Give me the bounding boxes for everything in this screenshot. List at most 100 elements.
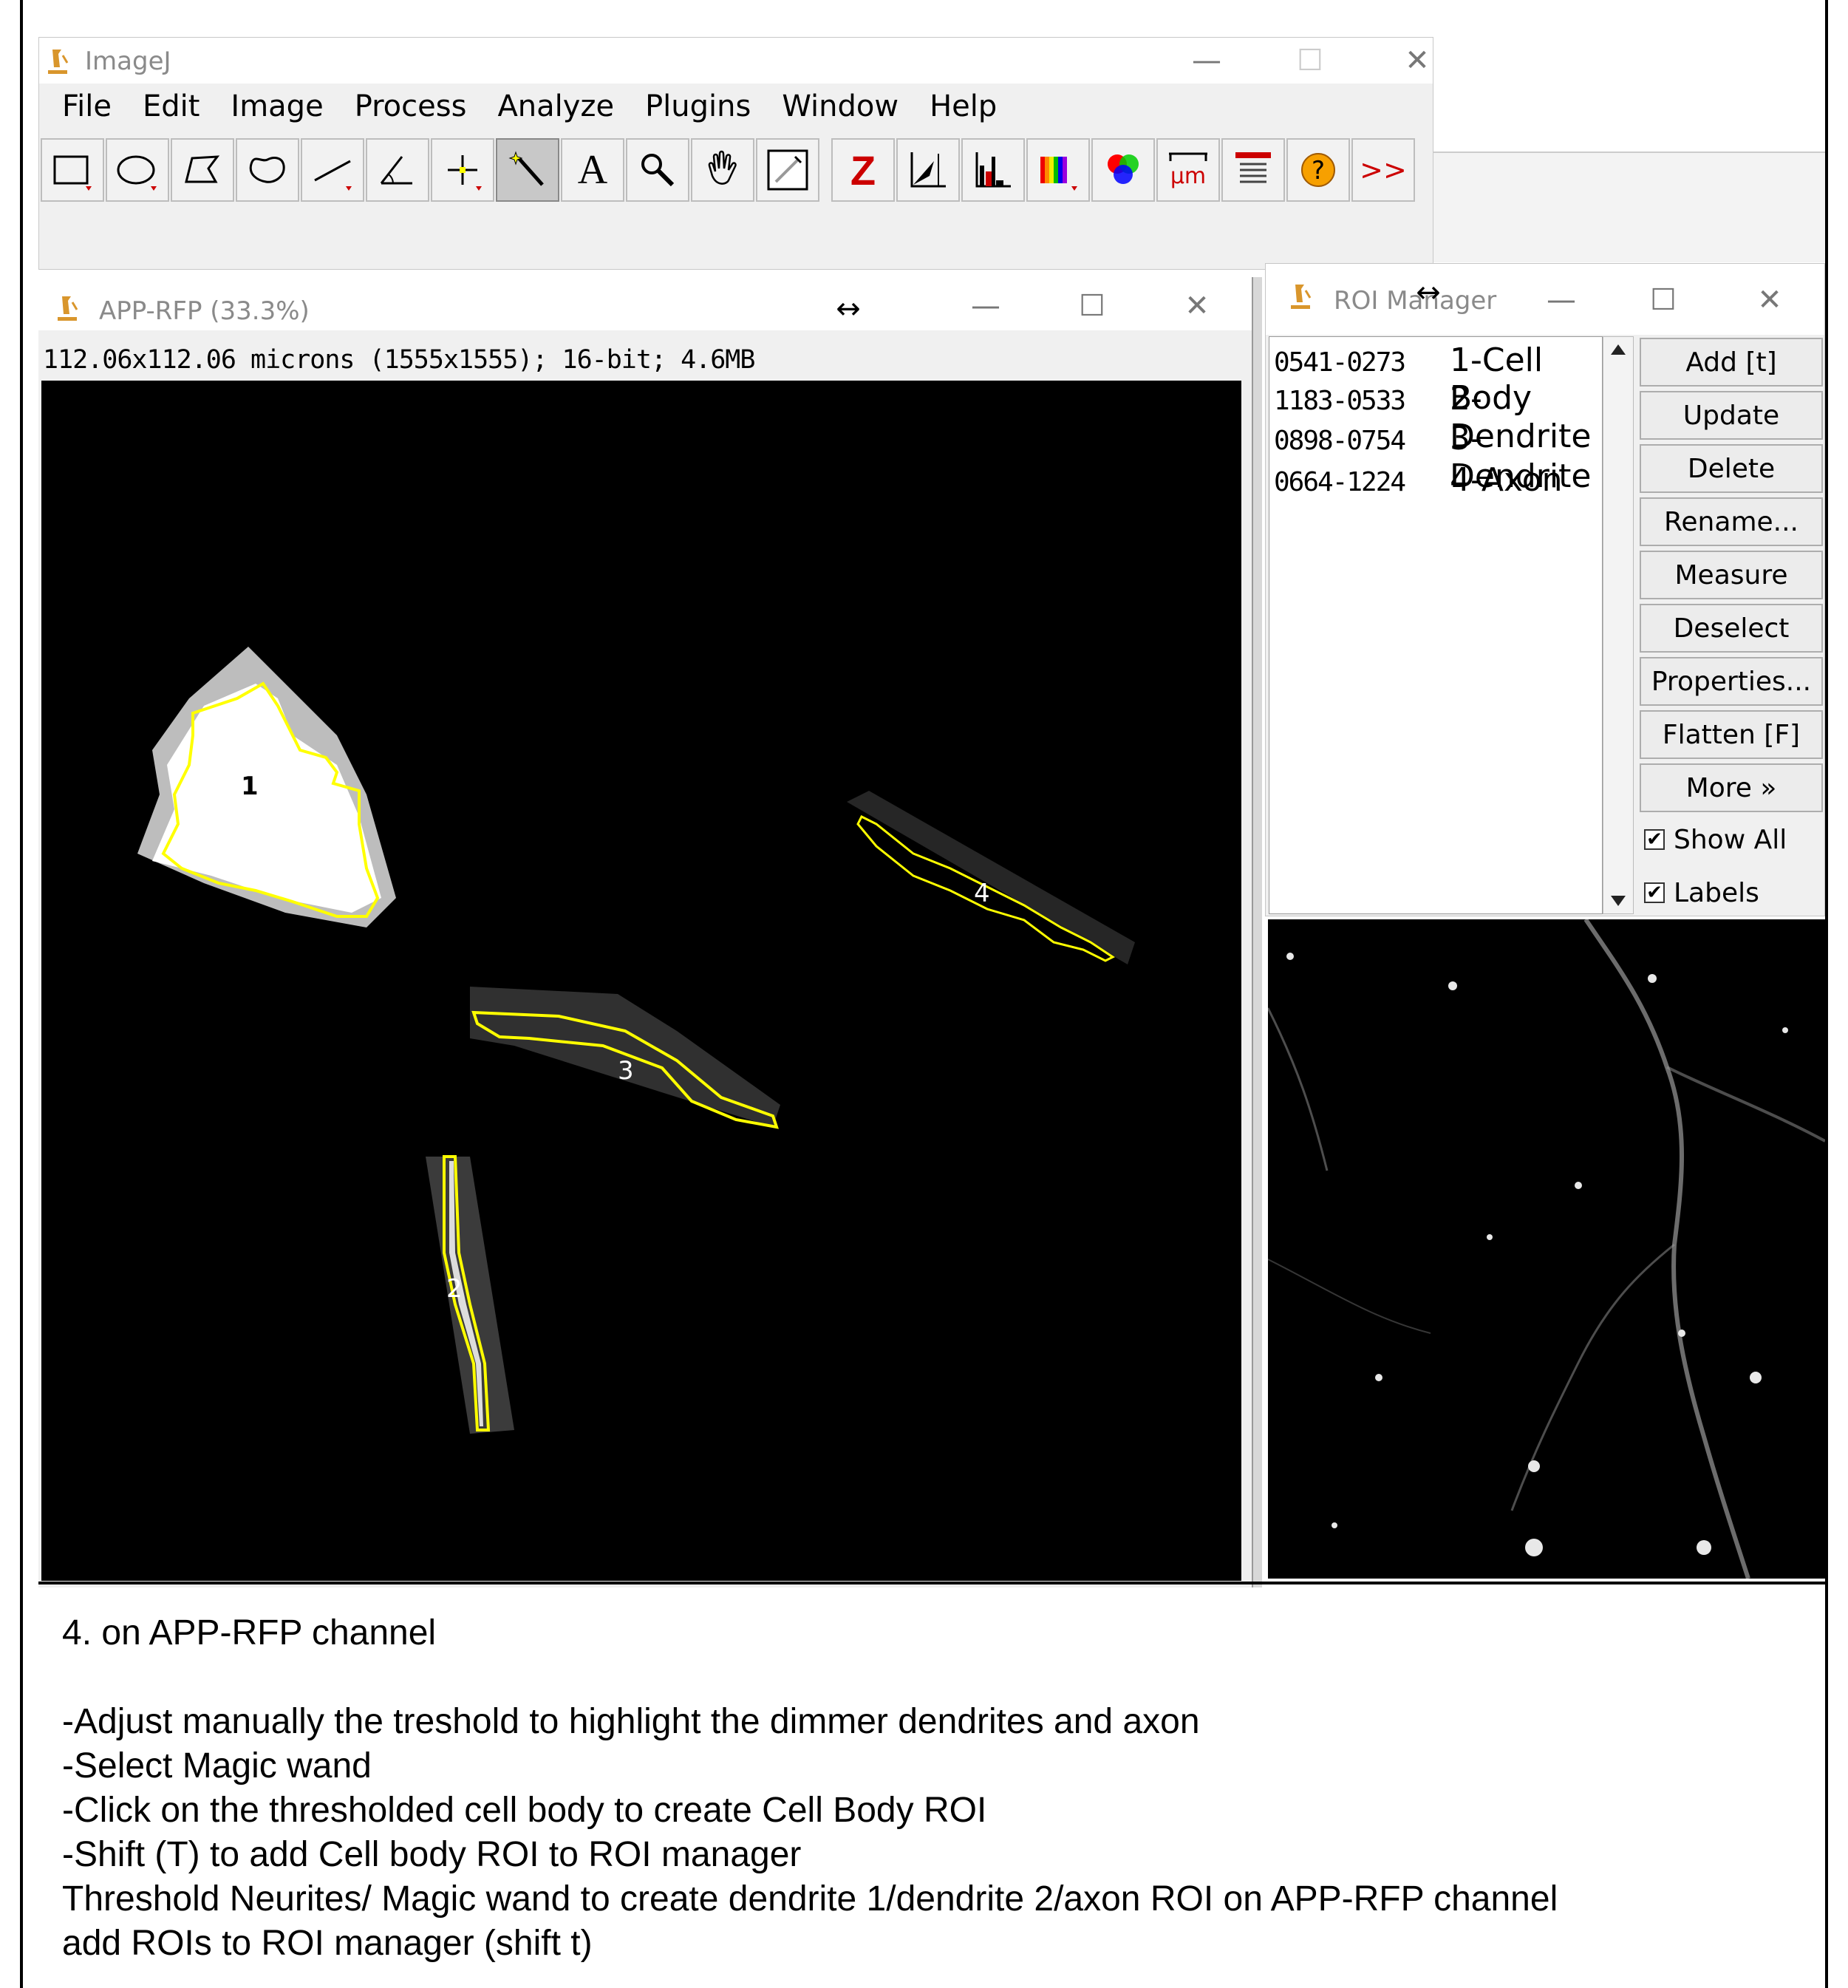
show-all-checkbox[interactable]: ✔ Show All	[1644, 821, 1787, 858]
roi-4-region	[847, 791, 1135, 964]
menu-bar: File Edit Image Process Analyze Plugins …	[39, 88, 1433, 125]
roi-list[interactable]: 0541-0273 1-Cell Body 1183-0533 2-Dendri…	[1269, 336, 1603, 914]
neurite-trace	[1268, 1259, 1431, 1334]
background-panel	[1433, 152, 1825, 262]
update-button[interactable]: Update	[1640, 391, 1823, 440]
close-button[interactable]: ✕	[1725, 277, 1814, 323]
measure-button[interactable]: Measure	[1640, 551, 1823, 599]
menu-analyze[interactable]: Analyze	[482, 88, 630, 125]
rectangle-tool-icon[interactable]	[41, 138, 104, 202]
puncta	[1487, 1234, 1493, 1240]
oval-tool-icon[interactable]	[106, 138, 169, 202]
magic-wand-tool-icon[interactable]	[496, 138, 559, 202]
z-glyph: Z	[850, 146, 876, 194]
lut-icon[interactable]	[1026, 138, 1090, 202]
roi-label-2: 2	[446, 1274, 463, 1304]
scroll-down-icon[interactable]	[1609, 894, 1627, 908]
menu-help[interactable]: Help	[914, 88, 1012, 125]
resize-arrow-icon: ↔	[836, 292, 861, 326]
puncta	[1448, 981, 1457, 990]
puncta	[1750, 1372, 1762, 1383]
color-picker-tool-icon[interactable]	[756, 138, 819, 202]
roi-name: 4-Axon	[1450, 461, 1563, 499]
toolbar: A Z µm ? >>	[39, 138, 1433, 206]
maximize-button[interactable]: ☐	[1048, 283, 1136, 329]
instruction-heading: 4. on APP-RFP channel	[62, 1613, 437, 1652]
instruction-line: add ROIs to ROI manager (shift t)	[62, 1924, 593, 1963]
help-glyph: ?	[1312, 156, 1325, 185]
zoom-tool-icon[interactable]	[626, 138, 689, 202]
point-tool-icon[interactable]	[431, 138, 494, 202]
more-tools-glyph: >>	[1360, 154, 1407, 186]
puncta	[1648, 974, 1657, 983]
puncta	[1782, 1027, 1788, 1033]
roi-label-1: 1	[241, 772, 259, 801]
neurite-trace	[1268, 1007, 1329, 1171]
roi-code: 0898-0754	[1274, 426, 1406, 456]
line-tool-icon[interactable]	[301, 138, 364, 202]
close-button[interactable]: ✕	[1153, 283, 1241, 329]
roi-list-item[interactable]: 0898-0754 3-Dendrite	[1269, 420, 1602, 495]
scroll-up-icon[interactable]	[1609, 343, 1627, 356]
more-tools-icon[interactable]: >>	[1351, 138, 1415, 202]
menu-process[interactable]: Process	[339, 88, 483, 125]
angle-tool-icon[interactable]	[366, 138, 429, 202]
checkmark-icon: ✔	[1644, 882, 1665, 903]
help-icon[interactable]: ?	[1286, 138, 1350, 202]
add-roi-button[interactable]: Add [t]	[1640, 338, 1823, 387]
menu-plugins[interactable]: Plugins	[630, 88, 766, 125]
more-button[interactable]: More »	[1640, 763, 1823, 812]
show-all-label: Show All	[1674, 824, 1787, 855]
menu-image[interactable]: Image	[215, 88, 338, 125]
image-titlebar[interactable]: APP-RFP (33.3%) ↔ — ☐ ✕	[38, 277, 1252, 330]
flatten-button[interactable]: Flatten [F]	[1640, 710, 1823, 759]
hand-tool-icon[interactable]	[691, 138, 754, 202]
results-table-icon[interactable]	[1221, 138, 1285, 202]
delete-button[interactable]: Delete	[1640, 444, 1823, 493]
roi-list-item[interactable]: 0541-0273 1-Cell Body	[1269, 341, 1602, 417]
imagej-titlebar[interactable]: ImageJ — ☐ ✕	[39, 38, 1433, 84]
roi-2-region	[426, 1157, 514, 1434]
instruction-line: -Adjust manually the treshold to highlig…	[62, 1702, 1200, 1741]
close-button[interactable]: ✕	[1373, 38, 1462, 84]
labels-label: Labels	[1674, 877, 1759, 908]
minimize-button[interactable]: —	[1517, 277, 1606, 323]
polygon-tool-icon[interactable]	[171, 138, 234, 202]
z-project-icon[interactable]: Z	[831, 138, 895, 202]
puncta	[1575, 1182, 1582, 1189]
menu-window[interactable]: Window	[766, 88, 914, 125]
image-info: 112.06x112.06 microns (1555x1555); 16-bi…	[43, 345, 755, 375]
roi-list-item[interactable]: 0664-1224 4-Axon	[1269, 461, 1602, 503]
maximize-button[interactable]: ☐	[1266, 38, 1354, 84]
scale-icon[interactable]: µm	[1156, 138, 1220, 202]
maximize-button[interactable]: ☐	[1619, 277, 1708, 323]
roi-list-item[interactable]: 1183-0533 2-Dendrite	[1269, 380, 1602, 455]
roi-manager-titlebar[interactable]: ROI Manager ↔ — ☐ ✕	[1266, 264, 1824, 335]
section-divider	[38, 1582, 1825, 1584]
roi-list-scrollbar[interactable]	[1603, 336, 1634, 914]
imagej-app-icon	[58, 296, 78, 321]
imagej-app-icon	[1291, 285, 1312, 309]
neurite-trace	[1666, 1066, 1825, 1143]
channels-icon[interactable]	[1091, 138, 1155, 202]
window-title: ImageJ	[85, 47, 171, 76]
rename-button[interactable]: Rename...	[1640, 497, 1823, 546]
resize-arrow-icon: ↔	[1416, 276, 1441, 310]
roi-label-4: 4	[974, 879, 990, 908]
instruction-line: -Click on the thresholded cell body to c…	[62, 1791, 987, 1830]
minimize-button[interactable]: —	[941, 283, 1030, 329]
freehand-tool-icon[interactable]	[236, 138, 299, 202]
labels-checkbox[interactable]: ✔ Labels	[1644, 874, 1759, 911]
text-tool-icon[interactable]: A	[561, 138, 624, 202]
menu-edit[interactable]: Edit	[127, 88, 215, 125]
instruction-line: Threshold Neurites/ Magic wand to create…	[62, 1879, 1558, 1919]
image-window: APP-RFP (33.3%) ↔ — ☐ ✕ 112.06x112.06 mi…	[38, 277, 1252, 1587]
puncta	[1286, 953, 1294, 960]
deselect-button[interactable]: Deselect	[1640, 604, 1823, 653]
threshold-icon[interactable]	[896, 138, 960, 202]
menu-file[interactable]: File	[47, 88, 127, 125]
minimize-button[interactable]: —	[1162, 38, 1251, 84]
image-canvas[interactable]: 1 2 3 4	[41, 381, 1241, 1581]
histogram-icon[interactable]	[961, 138, 1025, 202]
properties-button[interactable]: Properties...	[1640, 657, 1823, 706]
